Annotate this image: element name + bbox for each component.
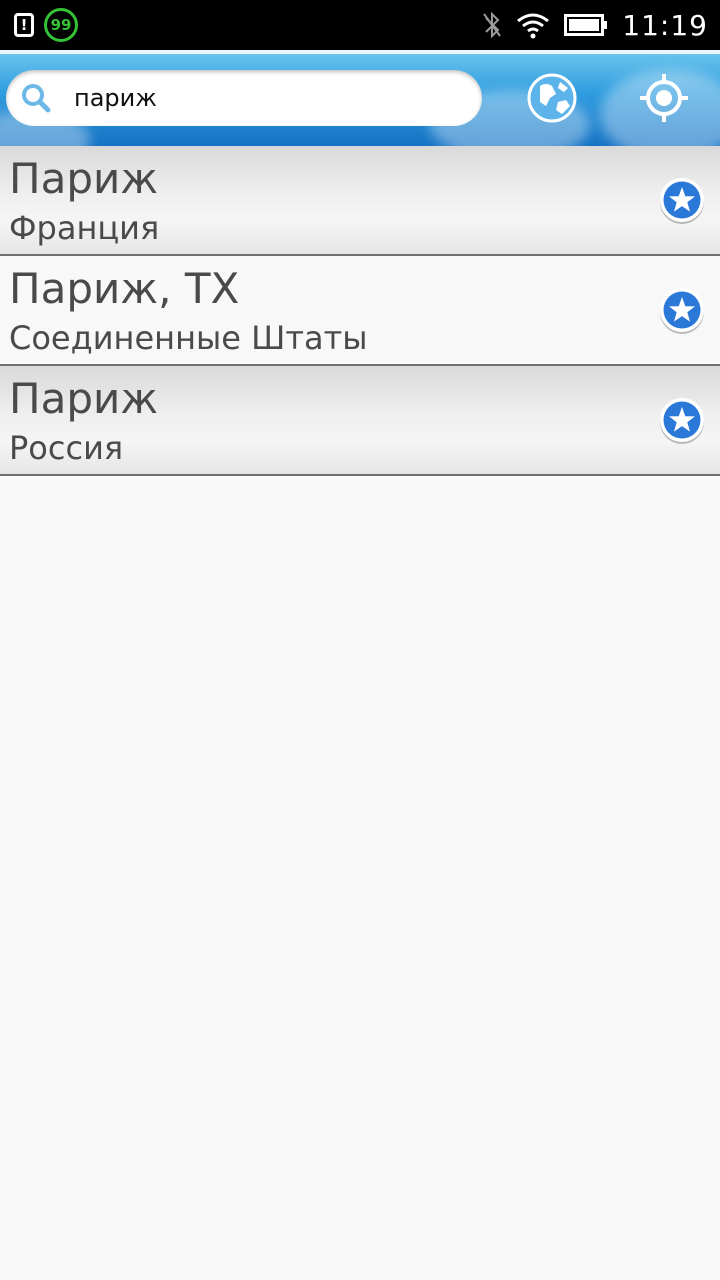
status-left-group: ! 99 bbox=[14, 8, 78, 42]
globe-icon bbox=[527, 73, 577, 123]
city-name: Париж bbox=[9, 374, 159, 423]
country-name: Соединенные Штаты bbox=[9, 319, 368, 357]
search-query-text[interactable]: париж bbox=[74, 84, 157, 112]
status-right-group: 11:19 bbox=[482, 6, 708, 44]
city-name: Париж, TX bbox=[9, 264, 240, 313]
list-item[interactable]: Париж Франция bbox=[0, 146, 720, 256]
search-toolbar: париж bbox=[0, 50, 720, 146]
bluetooth-off-icon bbox=[483, 11, 502, 39]
city-name: Париж bbox=[9, 154, 159, 203]
status-bar: ! 99 11:19 bbox=[0, 0, 720, 50]
results-list: Париж Франция Париж, TX Соединенные Штат… bbox=[0, 146, 720, 476]
country-name: Франция bbox=[9, 209, 160, 247]
wifi-icon bbox=[517, 13, 550, 39]
alert-icon: ! bbox=[14, 13, 34, 37]
favorite-star-icon[interactable] bbox=[658, 286, 706, 334]
search-input[interactable]: париж bbox=[6, 70, 482, 126]
list-item[interactable]: Париж, TX Соединенные Штаты bbox=[0, 256, 720, 366]
list-item[interactable]: Париж Россия bbox=[0, 366, 720, 476]
search-icon[interactable] bbox=[6, 70, 66, 126]
favorite-star-icon[interactable] bbox=[658, 396, 706, 444]
status-clock: 11:19 bbox=[622, 8, 708, 42]
badge-99-icon: 99 bbox=[44, 8, 78, 42]
favorite-star-icon[interactable] bbox=[658, 176, 706, 224]
locate-button[interactable] bbox=[638, 72, 690, 124]
globe-button[interactable] bbox=[526, 72, 578, 124]
battery-icon bbox=[564, 14, 608, 36]
locate-icon bbox=[640, 74, 688, 122]
country-name: Россия bbox=[9, 429, 124, 467]
